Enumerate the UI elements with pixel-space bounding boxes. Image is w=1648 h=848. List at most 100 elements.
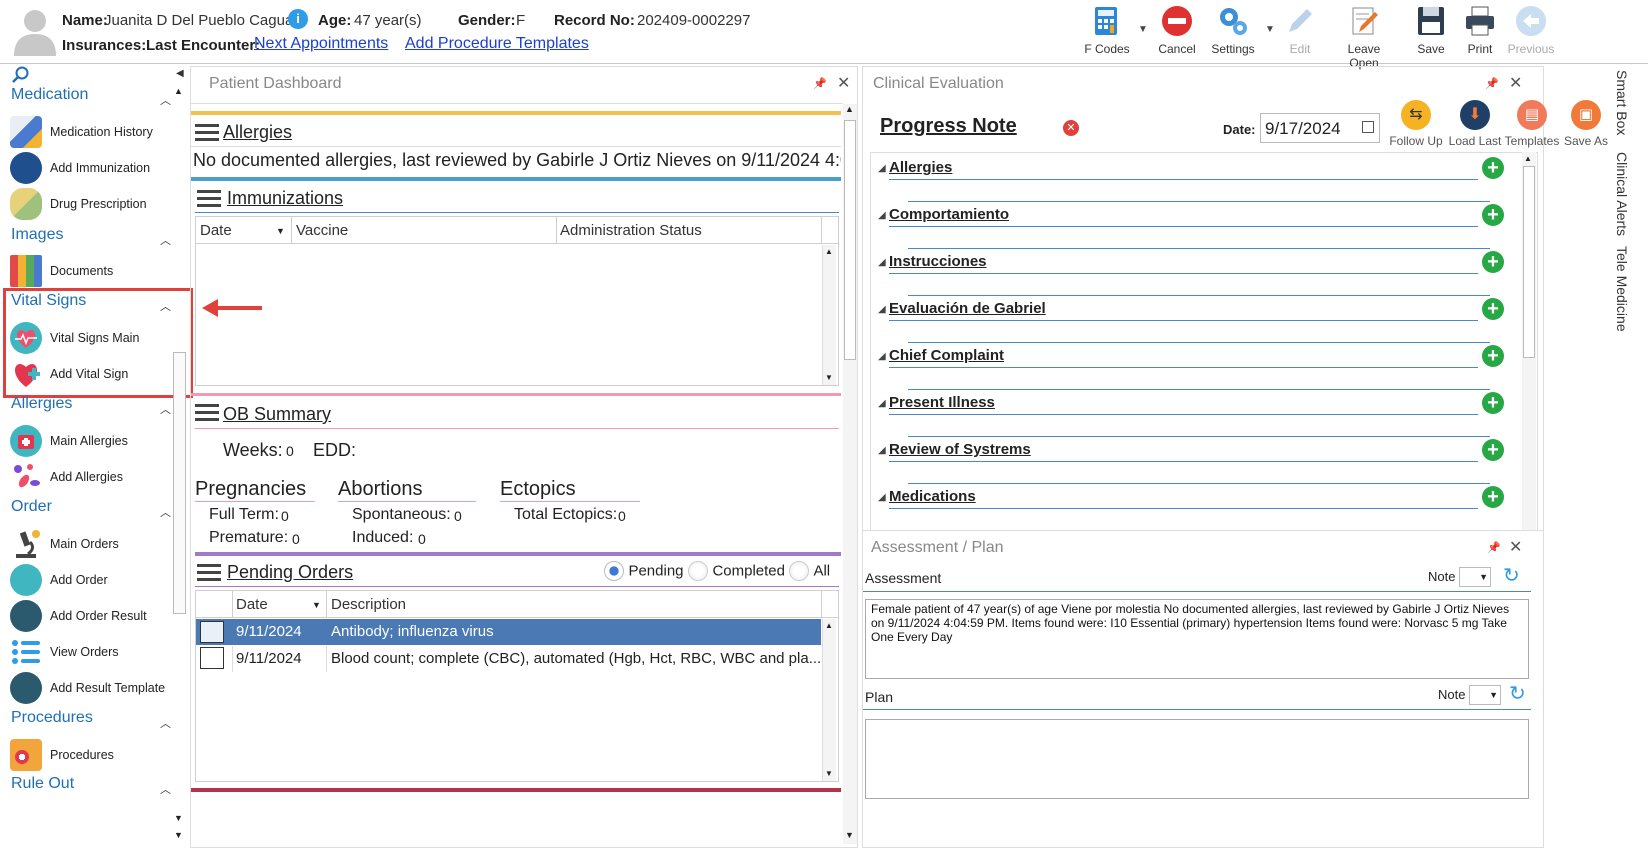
orders-scrollbar[interactable]: ▲ ▼: [822, 619, 836, 781]
nav-add-order-result[interactable]: Add Order Result: [10, 600, 175, 634]
refresh-icon[interactable]: ↻: [1503, 563, 1520, 588]
pin-icon[interactable]: 📌: [1485, 77, 1499, 90]
filter-all[interactable]: All: [789, 561, 830, 581]
close-icon[interactable]: ✕: [1509, 537, 1522, 557]
nav-add-immunization[interactable]: Add Immunization: [10, 152, 175, 186]
scroll-down-icon[interactable]: ▼: [845, 830, 854, 840]
refresh-icon[interactable]: ↻: [1509, 681, 1526, 706]
column-header[interactable]: Date: [200, 222, 232, 239]
pin-icon[interactable]: 📌: [813, 77, 827, 90]
close-icon[interactable]: ✕: [837, 73, 850, 93]
sort-icon[interactable]: ▼: [312, 600, 321, 610]
dashboard-scrollbar[interactable]: ▲ ▼: [843, 104, 857, 844]
add-icon[interactable]: +: [1482, 298, 1504, 320]
section-images[interactable]: Images: [11, 226, 63, 244]
section-chief-complaint[interactable]: ◢ Chief Complaint +: [878, 345, 1504, 390]
add-procedure-templates-link[interactable]: Add Procedure Templates: [405, 35, 589, 53]
radio-all[interactable]: [789, 561, 809, 581]
immunizations-scrollbar[interactable]: ▲ ▼: [822, 245, 836, 385]
cancel-button[interactable]: Cancel: [1147, 4, 1207, 56]
previous-button[interactable]: Previous: [1501, 4, 1561, 56]
filter-pending[interactable]: Pending: [604, 561, 684, 581]
section-instrucciones[interactable]: ◢ Instrucciones +: [878, 251, 1504, 296]
settings-button[interactable]: Settings: [1203, 4, 1263, 56]
collapse-sidebar-icon[interactable]: ◀: [176, 68, 184, 79]
clinical-alerts-tab[interactable]: Clinical Alerts: [1614, 152, 1630, 236]
templates-button[interactable]: ▤ Templates: [1502, 100, 1562, 150]
column-header[interactable]: Administration Status: [560, 222, 702, 239]
nav-documents[interactable]: Documents: [10, 255, 175, 289]
add-icon[interactable]: +: [1482, 345, 1504, 367]
scroll-down-icon[interactable]: ▼: [825, 373, 833, 382]
chevron-up-icon[interactable]: ︿: [160, 232, 171, 248]
column-header[interactable]: Vaccine: [296, 222, 348, 239]
chevron-up-icon[interactable]: ︿: [160, 401, 171, 417]
section-review-of-systems[interactable]: ◢ Review of Systrems +: [878, 439, 1504, 484]
add-icon[interactable]: +: [1482, 251, 1504, 273]
menu-icon[interactable]: [197, 564, 221, 582]
follow-up-button[interactable]: ⇆ Follow Up: [1386, 100, 1446, 150]
menu-icon[interactable]: [195, 124, 219, 142]
table-row[interactable]: 9/11/2024 Blood count; complete (CBC), a…: [196, 646, 821, 672]
scroll-up-icon[interactable]: ▲: [1524, 154, 1532, 163]
expand-icon[interactable]: ◢: [878, 304, 886, 315]
chevron-up-icon[interactable]: ︿: [160, 715, 171, 731]
row-checkbox[interactable]: [200, 647, 224, 669]
menu-icon[interactable]: [197, 190, 221, 208]
section-procedures[interactable]: Procedures: [11, 709, 93, 727]
next-appointments-link[interactable]: Next Appointments: [254, 35, 388, 53]
calendar-icon[interactable]: [1362, 121, 1374, 133]
expand-icon[interactable]: ◢: [878, 398, 886, 409]
scroll-up-icon[interactable]: ▲: [174, 86, 183, 96]
load-last-button[interactable]: ⬇ Load Last: [1445, 100, 1505, 150]
leave-open-button[interactable]: Leave Open: [1334, 4, 1394, 70]
clinical-scroll-thumb[interactable]: [1523, 166, 1535, 358]
row-checkbox[interactable]: [200, 621, 224, 643]
note-dropdown[interactable]: ▼: [1459, 567, 1491, 587]
section-rule-out[interactable]: Rule Out: [11, 775, 74, 793]
nav-add-allergies[interactable]: Add Allergies: [10, 461, 175, 495]
radio-pending[interactable]: [604, 561, 624, 581]
add-icon[interactable]: +: [1482, 486, 1504, 508]
section-medication[interactable]: Medication: [11, 86, 88, 104]
dashboard-scroll-thumb[interactable]: [844, 120, 856, 360]
sidebar-scroll-thumb[interactable]: [173, 352, 186, 614]
scroll-down-icon[interactable]: ▼: [174, 813, 183, 823]
nav-drug-prescription[interactable]: Drug Prescription: [10, 188, 175, 222]
expand-icon[interactable]: ◢: [878, 257, 886, 268]
assessment-textarea[interactable]: Female patient of 47 year(s) of age Vien…: [865, 599, 1529, 679]
pending-orders-title[interactable]: Pending Orders: [227, 562, 353, 583]
add-icon[interactable]: +: [1482, 157, 1504, 179]
nav-main-allergies[interactable]: Main Allergies: [10, 425, 175, 459]
note-dropdown[interactable]: ▼: [1469, 685, 1501, 705]
ob-summary-title[interactable]: OB Summary: [223, 404, 331, 425]
sort-icon[interactable]: ▼: [276, 226, 285, 236]
add-icon[interactable]: +: [1482, 204, 1504, 226]
tele-medicine-tab[interactable]: Tele Medicine: [1614, 246, 1630, 332]
table-row[interactable]: 9/11/2024 Antibody; influenza virus: [196, 619, 821, 645]
section-allergies[interactable]: ◢ Allergies +: [878, 157, 1504, 202]
chevron-up-icon[interactable]: ︿: [160, 781, 171, 797]
scroll-up-icon[interactable]: ▲: [845, 104, 854, 114]
nav-add-order[interactable]: Add Order: [10, 564, 175, 598]
date-field[interactable]: 9/17/2024: [1260, 113, 1380, 143]
add-icon[interactable]: +: [1482, 439, 1504, 461]
expand-icon[interactable]: ◢: [878, 163, 886, 174]
pin-icon[interactable]: 📌: [1487, 541, 1501, 554]
clinical-scrollbar[interactable]: ▲ ▼: [1522, 152, 1536, 546]
plan-textarea[interactable]: [865, 719, 1529, 799]
expand-icon[interactable]: ◢: [878, 445, 886, 456]
edit-button[interactable]: Edit: [1270, 4, 1330, 56]
expand-icon[interactable]: ◢: [878, 210, 886, 221]
section-present-illness[interactable]: ◢ Present Illness +: [878, 392, 1504, 437]
section-comportamiento[interactable]: ◢ Comportamiento +: [878, 204, 1504, 249]
section-medications[interactable]: ◢ Medications +: [878, 486, 1504, 526]
menu-icon[interactable]: [195, 404, 219, 422]
radio-completed[interactable]: [688, 561, 708, 581]
remove-note-icon[interactable]: ✕: [1063, 120, 1079, 136]
sidebar-scrollbar[interactable]: ▲ ▼: [172, 86, 188, 828]
allergies-title[interactable]: Allergies: [223, 122, 292, 143]
f-codes-button[interactable]: F Codes: [1077, 4, 1137, 56]
nav-medication-history[interactable]: Medication History: [10, 116, 175, 150]
add-icon[interactable]: +: [1482, 392, 1504, 414]
